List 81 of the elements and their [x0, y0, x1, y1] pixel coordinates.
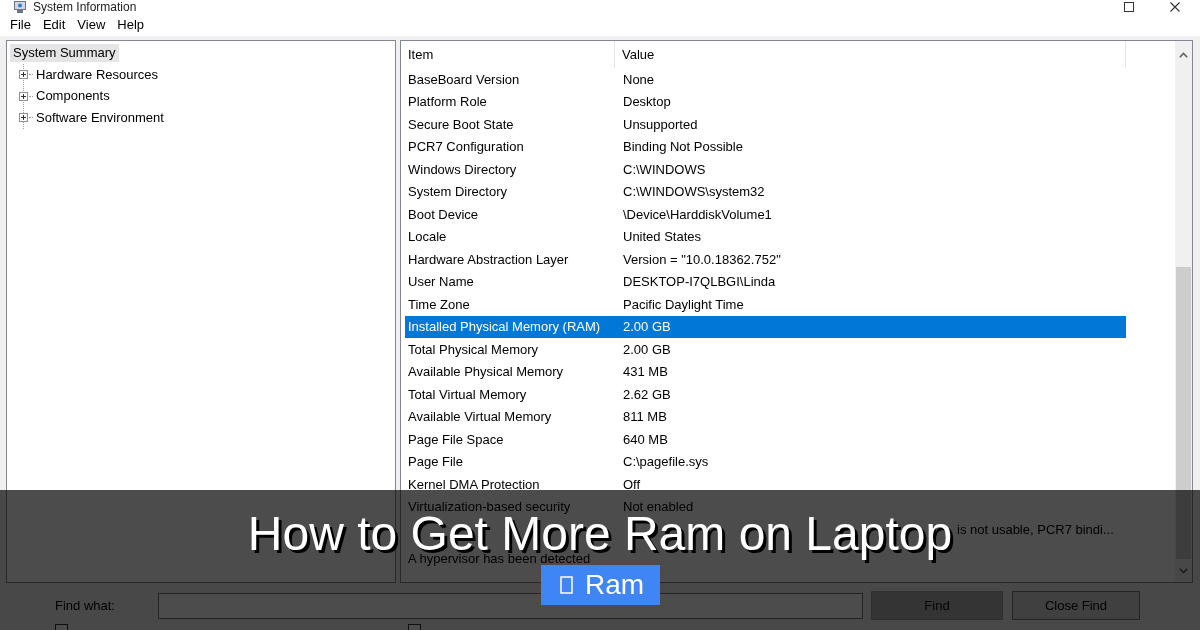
table-row[interactable]: BaseBoard Version None	[405, 68, 1126, 91]
table-cell-text: C:\WINDOWS\system32	[623, 183, 765, 201]
table-cell: User Name	[408, 274, 474, 289]
table-cell: Locale	[408, 229, 447, 244]
table-cell-text: C:\WINDOWS	[623, 160, 706, 179]
table-cell: Platform Role	[408, 94, 487, 109]
menu-item[interactable]: Edit	[37, 15, 71, 35]
plus-box-icon[interactable]	[19, 70, 28, 80]
table-cell: Virtualization-based security	[408, 499, 571, 514]
category-tag[interactable]: Ram	[541, 565, 660, 605]
table-cell: Kernel DMA Protection	[408, 476, 540, 492]
table-cell-text: DESKTOP-I7QLBGI\Linda	[623, 273, 776, 291]
table-row[interactable]: Time Zone Pacific Daylight Time	[405, 293, 1126, 316]
table-cell-text: 431 MB	[623, 363, 668, 381]
table-row[interactable]: Secure Boot State Unsupported	[405, 113, 1126, 136]
square-icon	[560, 576, 573, 594]
table-cell: A hypervisor has been detected	[408, 551, 591, 566]
table-cell: Windows Directory	[408, 161, 517, 177]
table-cell: BaseBoard Version	[408, 71, 520, 87]
table-cell: PCR7 Configuration	[408, 139, 524, 154]
table-row[interactable]: Page File C:\pagefile.sys	[405, 450, 1126, 473]
table-cell-text: C:\pagefile.sys	[623, 453, 709, 471]
table-row[interactable]: PCR7 Configuration Binding Not Possible	[405, 135, 1126, 158]
table-cell: Installed Physical Memory (RAM)	[408, 319, 601, 334]
table-cell: Boot Device	[408, 206, 479, 222]
table-cell: Available Physical Memory	[408, 364, 564, 379]
table-row[interactable]: System Directory C:\WINDOWS\system32	[405, 180, 1126, 203]
table-cell: Total Physical Memory	[408, 341, 539, 357]
table-row[interactable]: Available Physical Memory 431 MB	[405, 360, 1126, 383]
tree-item[interactable]: Software Environment	[35, 108, 165, 127]
table-cell: Secure Boot State	[408, 116, 514, 132]
table-cell: Page File Space	[408, 431, 504, 447]
column-header[interactable]: Item	[405, 41, 615, 68]
table-cell-text: Off	[623, 475, 641, 494]
menu-item[interactable]: Help	[112, 15, 150, 35]
table-cell-text: 640 MB	[623, 430, 668, 449]
table-cell-text: \Device\HarddiskVolume1	[623, 205, 772, 224]
close-icon[interactable]	[1170, 2, 1180, 12]
maximize-icon[interactable]	[1124, 2, 1134, 12]
table-cell-text: Version = "10.0.18362.752"	[623, 250, 781, 269]
table-row[interactable]: Hardware Abstraction Layer Version = "10.0.18362.752"	[405, 248, 1126, 271]
menu-item[interactable]: File	[5, 15, 36, 35]
table-row[interactable]: Total Physical Memory 2.00 GB	[405, 338, 1126, 361]
table-cell-text: 2.00 GB	[623, 340, 671, 359]
table-cell: Page File	[408, 454, 463, 469]
table-cell-text: Not enabled	[623, 498, 694, 516]
table-row[interactable]: Locale United States	[405, 225, 1126, 248]
plus-box-icon[interactable]	[19, 113, 28, 123]
window-title: System Information	[33, 0, 137, 14]
chevron-up-icon[interactable]	[1179, 52, 1188, 58]
tree-item[interactable]: Hardware Resources	[35, 65, 160, 84]
table-cell-text: Unsupported	[623, 115, 698, 134]
menu-item[interactable]: View	[72, 15, 111, 35]
find-label: Find what:	[55, 596, 116, 615]
table-row[interactable]: Total Virtual Memory 2.62 GB	[405, 383, 1126, 406]
table-cell: Total Virtual Memory	[408, 386, 527, 402]
table-row[interactable]: Page File Space 640 MB	[405, 428, 1126, 451]
tree-item[interactable]: Components	[35, 87, 111, 106]
table-cell-text: 2.62 GB	[623, 385, 671, 404]
table-cell: System Directory	[408, 184, 507, 199]
table-cell: Available Virtual Memory	[408, 409, 552, 424]
table-cell-text: Binding Not Possible	[623, 138, 743, 156]
table-row[interactable]: Platform Role Desktop	[405, 90, 1126, 113]
table-cell-text: Desktop	[623, 93, 671, 111]
table-cell-text: United States	[623, 228, 702, 246]
column-header[interactable]: Value	[615, 41, 1126, 68]
plus-box-icon[interactable]	[19, 91, 28, 101]
table-cell: Hardware Abstraction Layer	[408, 251, 569, 267]
table-cell-text: None	[623, 70, 655, 89]
table-row[interactable]: Available Virtual Memory 811 MB	[405, 405, 1126, 428]
tree-item[interactable]: System Summary	[10, 44, 119, 62]
app-icon	[14, 1, 26, 13]
table-cell-text: 2.00 GB	[623, 318, 671, 336]
table-row[interactable]: Installed Physical Memory (RAM) 2.00 GB	[405, 315, 1126, 338]
table-cell-text: 811 MB	[623, 408, 667, 426]
table-row[interactable]: Boot Device \Device\HarddiskVolume1	[405, 203, 1126, 226]
table-cell-text: Pacific Daylight Time	[623, 295, 744, 314]
table-row[interactable]: User Name DESKTOP-I7QLBGI\Linda	[405, 270, 1126, 293]
table-row[interactable]: Windows Directory C:\WINDOWS	[405, 158, 1126, 181]
table-cell: Time Zone	[408, 296, 470, 312]
tag-label: Ram	[585, 571, 645, 599]
